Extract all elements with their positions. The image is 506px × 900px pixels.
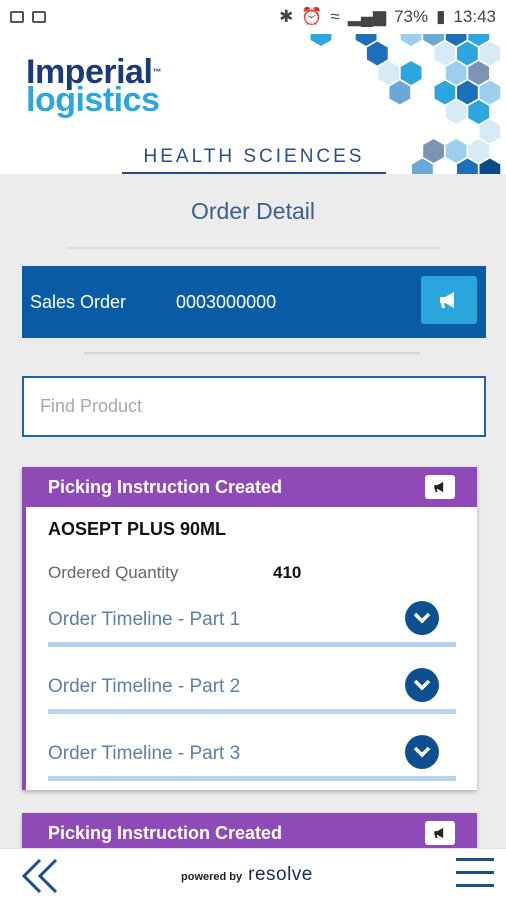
sales-order-label: Sales Order bbox=[30, 291, 127, 312]
timeline-label: Order Timeline - Part 2 bbox=[48, 676, 241, 697]
chevron-down-icon[interactable] bbox=[405, 601, 439, 635]
hexagon-shape bbox=[479, 41, 501, 66]
hexagon-shape bbox=[445, 100, 467, 124]
card-announce-button[interactable] bbox=[425, 821, 455, 845]
battery-icon: ▮ bbox=[436, 7, 446, 26]
back-button[interactable] bbox=[20, 858, 62, 894]
powered-by-label: powered by bbox=[181, 871, 243, 883]
divider bbox=[84, 352, 420, 354]
hexagon-shape bbox=[457, 80, 478, 105]
megaphone-icon bbox=[434, 827, 444, 839]
timeline-divider bbox=[48, 709, 456, 714]
divider bbox=[66, 247, 440, 249]
hexagon-shape bbox=[389, 80, 411, 105]
resolve-logo: resolve bbox=[248, 864, 313, 885]
card-status: Picking Instruction Created bbox=[48, 822, 283, 843]
order-timeline-part-2[interactable]: Order Timeline - Part 2 bbox=[48, 668, 456, 716]
chevron-down-icon[interactable] bbox=[405, 668, 439, 702]
logo-tm: ™ bbox=[152, 67, 161, 77]
logo: Imperial™ logistics bbox=[26, 55, 161, 119]
tagline-underline bbox=[122, 172, 386, 174]
hexagon-shape bbox=[400, 34, 422, 46]
hexagon-shape bbox=[457, 41, 478, 66]
hexagon-shape bbox=[423, 139, 444, 163]
hexagon-shape bbox=[412, 158, 433, 174]
hexagon-shape bbox=[434, 41, 456, 66]
tagline: HEALTH SCIENCES bbox=[143, 146, 365, 167]
hexagon-shape bbox=[445, 61, 467, 85]
ordered-quantity-label: Ordered Quantity bbox=[48, 563, 179, 582]
hexagon-shape bbox=[445, 139, 467, 163]
hexagon-shape bbox=[434, 80, 456, 105]
hexagon-shape bbox=[479, 80, 501, 105]
image-icon bbox=[10, 11, 24, 23]
hamburger-menu-icon[interactable] bbox=[456, 858, 494, 892]
find-product-input[interactable] bbox=[22, 376, 486, 437]
card-status-header: Picking Instruction Created bbox=[26, 813, 477, 853]
megaphone-icon bbox=[434, 481, 444, 493]
hexagon-shape bbox=[457, 158, 478, 174]
order-timeline-part-3[interactable]: Order Timeline - Part 3 bbox=[48, 735, 456, 783]
order-line-card: Picking Instruction Created AOSEPT PLUS … bbox=[22, 467, 477, 790]
sales-order-bar: Sales Order 0003000000 bbox=[22, 266, 486, 338]
product-name: AOSEPT PLUS 90ML bbox=[48, 519, 227, 539]
order-line-card: Picking Instruction Created bbox=[22, 813, 477, 853]
signal-icon: ▂▄▆ bbox=[347, 7, 387, 26]
hexagon-shape bbox=[479, 158, 501, 174]
hexagon-shape bbox=[366, 41, 388, 66]
page-title: Order Detail bbox=[191, 198, 315, 224]
card-status: Picking Instruction Created bbox=[48, 476, 283, 497]
megaphone-icon bbox=[440, 292, 454, 308]
clock: 13:43 bbox=[453, 7, 496, 26]
hexagon-shape bbox=[468, 61, 489, 85]
hexagon-shape bbox=[400, 61, 422, 85]
outlook-icon bbox=[32, 11, 46, 23]
timeline-divider bbox=[48, 776, 456, 781]
sales-order-number: 0003000000 bbox=[176, 291, 277, 312]
bluetooth-icon: ✱ bbox=[279, 7, 294, 26]
timeline-label: Order Timeline - Part 1 bbox=[48, 609, 241, 630]
status-bar: ✱ ⏰ ≈ ▂▄▆ 73% ▮ 13:43 bbox=[0, 0, 506, 34]
order-timeline-part-1[interactable]: Order Timeline - Part 1 bbox=[48, 601, 456, 649]
hexagon-shape bbox=[468, 100, 489, 124]
powered-by: powered by resolve bbox=[181, 864, 313, 886]
card-announce-button[interactable] bbox=[425, 475, 455, 499]
alarm-icon: ⏰ bbox=[301, 7, 323, 26]
hexagon-shape bbox=[479, 119, 501, 144]
header: Imperial™ logistics HEALTH SCIENCES bbox=[0, 34, 506, 174]
battery-percent: 73% bbox=[394, 7, 429, 26]
hexagon-shape bbox=[378, 61, 399, 85]
order-announce-button[interactable] bbox=[421, 276, 477, 324]
timeline-divider bbox=[48, 642, 456, 647]
card-status-header: Picking Instruction Created bbox=[26, 467, 477, 507]
bottom-bar: powered by resolve bbox=[0, 848, 506, 900]
timeline-label: Order Timeline - Part 3 bbox=[48, 743, 241, 764]
wifi-icon: ≈ bbox=[330, 7, 340, 26]
ordered-quantity-value: 410 bbox=[273, 563, 302, 582]
logo-line2: logistics bbox=[26, 81, 160, 119]
hexagon-shape bbox=[310, 34, 332, 46]
chevron-down-icon[interactable] bbox=[405, 735, 439, 769]
hexagon-shape bbox=[468, 139, 489, 163]
double-chevron-left-icon bbox=[21, 858, 58, 894]
